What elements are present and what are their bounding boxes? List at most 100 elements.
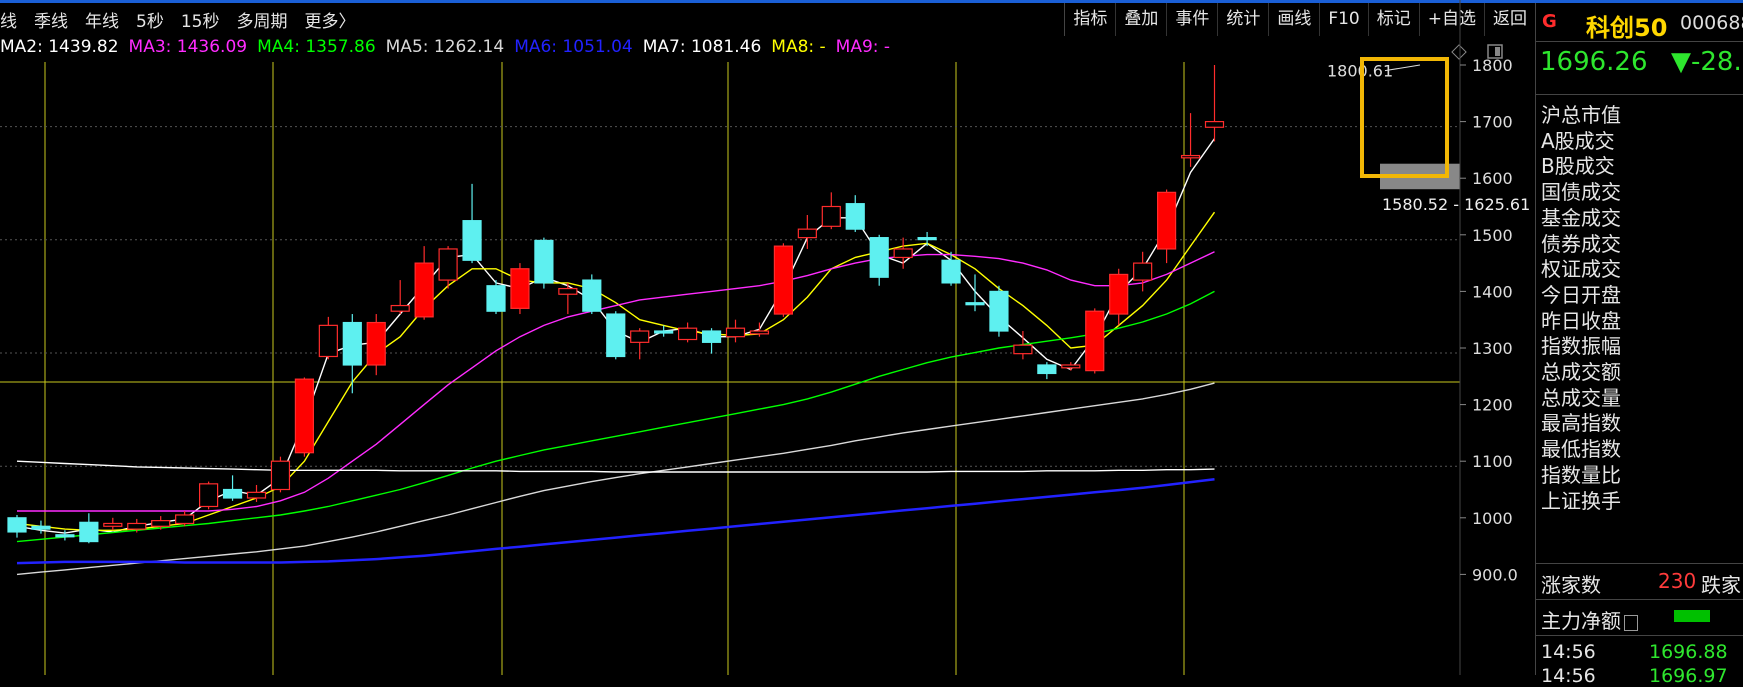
divider bbox=[1536, 599, 1743, 600]
candle-body bbox=[414, 262, 434, 318]
stat-label: 沪总市值 bbox=[1541, 103, 1621, 127]
index-code: 000688 bbox=[1680, 12, 1743, 34]
candle-body bbox=[1109, 273, 1129, 315]
stat-label: B股成交 bbox=[1541, 154, 1615, 179]
candle-body bbox=[175, 514, 195, 525]
stat-label: 权证成交 bbox=[1541, 257, 1621, 282]
candle-body bbox=[151, 520, 171, 527]
stat-label: 昨日收盘 bbox=[1541, 308, 1621, 333]
quote-panel: G 科创50 000688 1696.26 ▼-28.8 沪总市值A股成交B股成… bbox=[1535, 3, 1743, 687]
candle-body bbox=[534, 239, 554, 284]
stat-label: A股成交 bbox=[1541, 128, 1615, 153]
stat-label: 总成交额 bbox=[1541, 360, 1621, 384]
y-tick-label: 1200 bbox=[1472, 396, 1513, 415]
candle-body bbox=[342, 321, 362, 366]
candle-body bbox=[725, 327, 746, 338]
candle-body bbox=[462, 220, 482, 261]
stat-label: 最低指数 bbox=[1541, 437, 1621, 462]
candle-body bbox=[294, 378, 314, 454]
stat-label: 上证换手 bbox=[1541, 488, 1621, 513]
candle-body bbox=[222, 488, 243, 499]
candle-body bbox=[1085, 310, 1105, 372]
market-badge: G bbox=[1542, 11, 1557, 32]
candle-body bbox=[199, 483, 219, 508]
candle-body bbox=[438, 248, 458, 281]
candle-body bbox=[749, 330, 770, 335]
candle-body bbox=[582, 279, 602, 312]
y-tick-label: 900.0 bbox=[1472, 565, 1518, 584]
stat-label: 指数量比 bbox=[1541, 462, 1621, 487]
stat-label: 基金成交 bbox=[1541, 205, 1621, 230]
rise-count-label: 涨家数 bbox=[1541, 573, 1601, 597]
candle-body bbox=[390, 304, 410, 312]
candle-body bbox=[79, 521, 99, 543]
flow-bar bbox=[1674, 610, 1710, 622]
candle-body bbox=[1061, 364, 1081, 369]
candle-body bbox=[55, 534, 75, 538]
candle-body bbox=[318, 324, 338, 358]
main-flow-label: 主力净额 bbox=[1541, 605, 1638, 634]
document-icon[interactable] bbox=[1624, 614, 1638, 631]
candle-body bbox=[941, 259, 961, 284]
candle-body bbox=[1204, 120, 1225, 128]
candle-body bbox=[1037, 364, 1057, 375]
candle-body bbox=[246, 491, 267, 499]
rise-count: 230 bbox=[1658, 569, 1697, 593]
candle-body bbox=[1013, 344, 1033, 355]
candle-body bbox=[965, 302, 985, 306]
candle-body bbox=[797, 228, 817, 239]
candle-body bbox=[701, 330, 722, 343]
ma-line-ma3 bbox=[16, 211, 1216, 531]
y-tick-label: 1800 bbox=[1472, 56, 1513, 75]
candle-body bbox=[270, 460, 291, 491]
divider bbox=[1536, 94, 1743, 95]
candle-body bbox=[1156, 191, 1177, 250]
tick-time: 14:56 bbox=[1541, 665, 1596, 687]
candle-body bbox=[127, 522, 147, 530]
y-tick-label: 1400 bbox=[1472, 282, 1513, 301]
last-price: 1696.26 bbox=[1540, 47, 1648, 77]
y-tick-label: 1700 bbox=[1472, 113, 1513, 132]
divider bbox=[1536, 563, 1743, 564]
stat-label: 今日开盘 bbox=[1541, 282, 1621, 307]
tick-value: 1696.97 bbox=[1649, 665, 1728, 687]
candle-body bbox=[773, 245, 794, 315]
diamond-icon[interactable] bbox=[1451, 44, 1467, 60]
stat-label: 最高指数 bbox=[1541, 411, 1621, 436]
y-tick-label: 1000 bbox=[1472, 509, 1513, 528]
candle-body bbox=[31, 525, 51, 530]
candle-body bbox=[630, 330, 650, 343]
tick-time: 14:56 bbox=[1541, 641, 1596, 663]
candle-body bbox=[869, 237, 889, 278]
main-flow-text: 主力净额 bbox=[1541, 609, 1621, 633]
ma-line-ma6 bbox=[16, 382, 1215, 576]
candle-body bbox=[845, 203, 865, 230]
y-tick-label: 1300 bbox=[1472, 339, 1513, 358]
candle-body bbox=[989, 290, 1009, 332]
candle-body bbox=[1133, 262, 1153, 281]
panel-toggle-fill bbox=[1495, 47, 1500, 56]
ma-line-ma8 bbox=[16, 478, 1215, 565]
y-tick-label: 1500 bbox=[1472, 226, 1513, 245]
quote-title: G 科创50 000688 bbox=[1536, 3, 1743, 43]
stat-label: 债券成交 bbox=[1541, 231, 1621, 256]
candle-body bbox=[917, 237, 937, 241]
candle-body bbox=[654, 330, 674, 334]
candle-body bbox=[677, 327, 698, 341]
stat-label: 总成交量 bbox=[1541, 385, 1621, 410]
y-tick-label: 1600 bbox=[1472, 169, 1513, 188]
tick-value: 1696.88 bbox=[1649, 641, 1728, 663]
price-change: ▼-28.8 bbox=[1671, 47, 1743, 77]
candle-body bbox=[606, 313, 626, 358]
range-label: 1580.52 - 1625.61 bbox=[1382, 195, 1530, 214]
candle-body bbox=[486, 285, 506, 312]
y-tick-label: 1100 bbox=[1472, 452, 1513, 471]
fall-count-label: 跌家 bbox=[1701, 573, 1741, 597]
candle-body bbox=[7, 517, 27, 533]
candle-body bbox=[821, 205, 841, 227]
index-name[interactable]: 科创50 bbox=[1586, 8, 1667, 43]
candle-body bbox=[558, 287, 578, 295]
kline-chart: 1580.52 - 1625.611800.61 180017001600150… bbox=[0, 0, 1530, 675]
candle-body bbox=[510, 268, 530, 309]
candle-body bbox=[103, 522, 123, 527]
